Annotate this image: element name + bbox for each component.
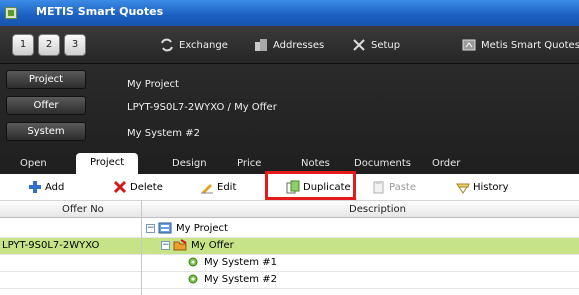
collapse-icon[interactable]: − — [161, 240, 170, 250]
history-label: History — [473, 182, 509, 193]
table-row-selected[interactable]: LPYT-9S0L7-2WYXO − My Offer — [0, 238, 579, 254]
tab-design[interactable]: Design — [172, 158, 207, 169]
exchange-icon — [160, 38, 174, 52]
project-context-button[interactable]: Project — [6, 70, 86, 89]
delete-x-icon — [113, 180, 127, 194]
table-row[interactable]: − My Project — [0, 221, 579, 237]
offer-icon — [173, 239, 187, 251]
page-3-button[interactable]: 3 — [64, 34, 86, 56]
window-title: METIS Smart Quotes — [36, 5, 164, 18]
plus-icon — [28, 180, 42, 194]
window-title-bar: METIS Smart Quotes — [0, 0, 579, 26]
exchange-button[interactable]: Exchange — [160, 38, 228, 52]
project-tree-grid: Offer No Description − My Project LPYT-9S… — [0, 200, 579, 295]
edit-button[interactable]: Edit — [200, 180, 236, 194]
project-context-value: My Project — [127, 79, 179, 90]
page-1-button[interactable]: 1 — [12, 34, 34, 56]
offer-context-button[interactable]: Offer — [6, 96, 86, 115]
setup-label: Setup — [371, 40, 401, 51]
column-divider[interactable] — [141, 200, 142, 295]
row-divider — [0, 288, 579, 289]
main-toolbar: 1 2 3 Exchange Addresses Setup Metis Sma… — [0, 26, 579, 64]
system-context-button[interactable]: System — [6, 122, 86, 141]
project-icon — [158, 222, 172, 234]
tab-project[interactable]: Project — [76, 153, 139, 174]
tree-node[interactable]: − My Offer — [161, 239, 234, 251]
add-button[interactable]: Add — [28, 180, 64, 194]
table-row[interactable]: My System #1 — [0, 255, 579, 271]
tree-node[interactable]: My System #1 — [186, 256, 277, 268]
column-header-offer-no[interactable]: Offer No — [62, 204, 104, 215]
grid-header: Offer No Description — [0, 200, 579, 218]
page-2-button[interactable]: 2 — [38, 34, 60, 56]
addresses-icon — [254, 38, 268, 52]
column-header-description[interactable]: Description — [349, 204, 406, 215]
description-cell: My System #1 — [204, 257, 277, 268]
paste-icon — [372, 180, 386, 194]
addresses-button[interactable]: Addresses — [254, 38, 324, 52]
collapse-icon[interactable]: − — [146, 223, 155, 233]
exchange-label: Exchange — [179, 40, 228, 51]
tree-node[interactable]: − My Project — [146, 222, 228, 234]
system-gear-icon — [186, 256, 200, 268]
tree-node[interactable]: My System #2 — [186, 273, 277, 285]
smart-quotes-button[interactable]: Metis Smart Quotes — [462, 38, 579, 52]
app-icon — [5, 7, 17, 19]
tab-open[interactable]: Open — [20, 158, 47, 169]
delete-label: Delete — [130, 182, 163, 193]
tab-documents[interactable]: Documents — [354, 158, 411, 169]
pencil-icon — [200, 180, 214, 194]
offer-no-cell: LPYT-9S0L7-2WYXO — [2, 240, 100, 251]
edit-label: Edit — [217, 182, 237, 193]
tools-icon — [352, 38, 366, 52]
paste-button[interactable]: Paste — [372, 180, 416, 194]
addresses-label: Addresses — [273, 40, 325, 51]
history-button[interactable]: History — [456, 180, 509, 194]
tab-order[interactable]: Order — [432, 158, 460, 169]
description-cell: My Offer — [191, 240, 234, 251]
tab-notes[interactable]: Notes — [301, 158, 330, 169]
description-cell: My System #2 — [204, 274, 277, 285]
system-context-value: My System #2 — [127, 128, 200, 139]
setup-button[interactable]: Setup — [352, 38, 400, 52]
offer-context-value: LPYT-9S0L7-2WYXO / My Offer — [127, 102, 277, 113]
paste-label: Paste — [389, 182, 416, 193]
add-label: Add — [45, 182, 65, 193]
tab-price[interactable]: Price — [237, 158, 261, 169]
table-row[interactable]: My System #2 — [0, 272, 579, 288]
smart-quotes-label: Metis Smart Quotes — [481, 40, 579, 51]
description-cell: My Project — [176, 223, 228, 234]
duplicate-highlight-box — [265, 171, 356, 200]
history-icon — [456, 180, 470, 194]
system-gear-icon — [186, 273, 200, 285]
smart-quotes-icon — [462, 38, 476, 52]
delete-button[interactable]: Delete — [113, 180, 163, 194]
